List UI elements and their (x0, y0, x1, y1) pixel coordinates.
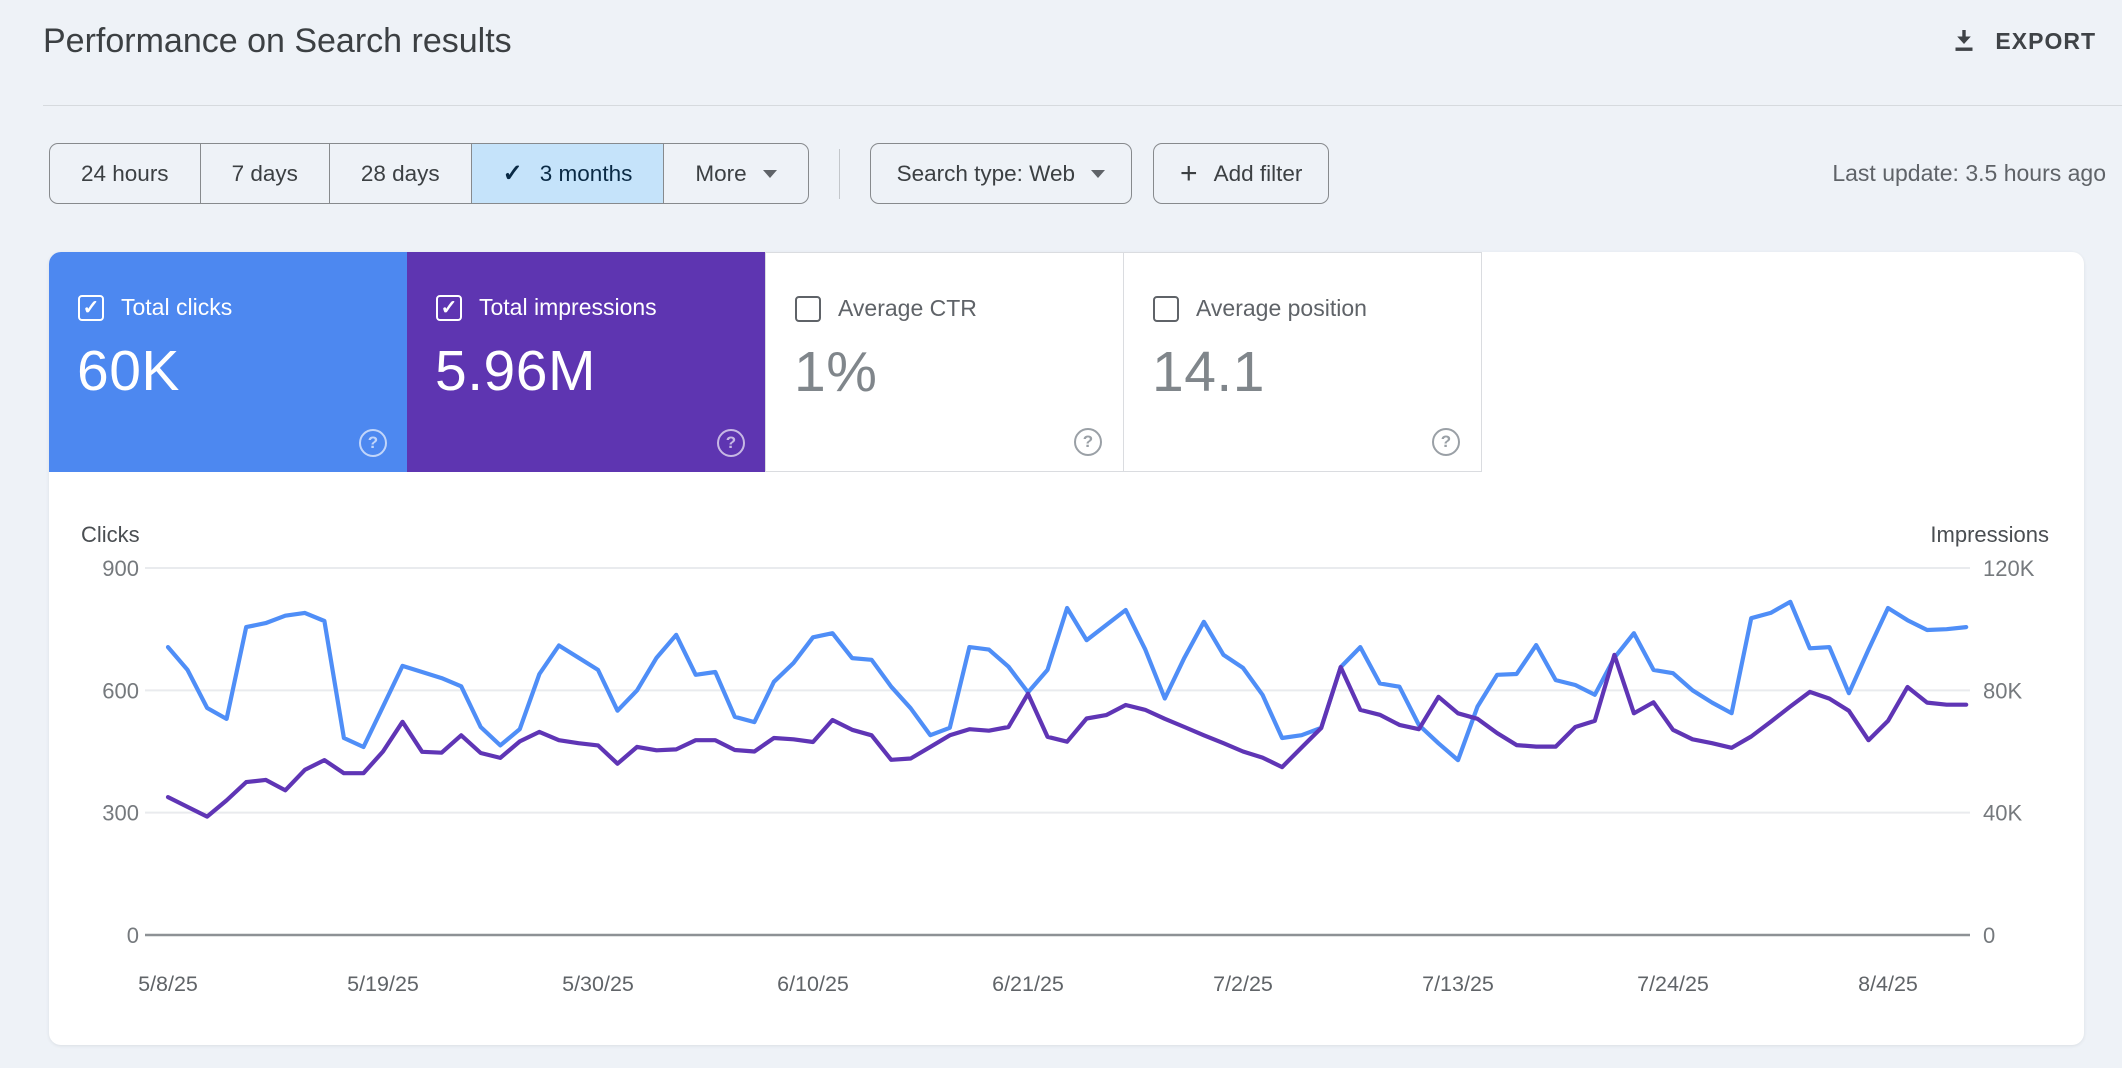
date-range-24-hours[interactable]: 24 hours (50, 144, 201, 203)
svg-text:900: 900 (102, 556, 139, 581)
svg-text:5/8/25: 5/8/25 (138, 972, 198, 996)
chip-label: 28 days (360, 160, 440, 186)
svg-text:80K: 80K (1983, 678, 2022, 703)
add-filter-button[interactable]: + Add filter (1153, 143, 1330, 204)
metric-card-average-position[interactable]: Average position 14.1 ? (1123, 252, 1482, 472)
svg-text:Impressions: Impressions (1930, 522, 2049, 547)
svg-text:6/10/25: 6/10/25 (777, 972, 849, 996)
metric-cards: ✓ Total clicks 60K ? ✓ Total impressions… (49, 252, 1482, 472)
metric-card-total-impressions[interactable]: ✓ Total impressions 5.96M ? (407, 252, 766, 472)
date-range-28-days[interactable]: 28 days (330, 144, 472, 203)
date-range-3-months[interactable]: ✓ 3 months (471, 144, 665, 203)
help-icon[interactable]: ? (1432, 428, 1460, 456)
header-divider (43, 105, 2122, 106)
svg-text:6/21/25: 6/21/25 (992, 972, 1064, 996)
metric-label: Average position (1196, 295, 1367, 321)
checkbox-total-clicks[interactable]: ✓ (78, 294, 104, 321)
svg-text:7/13/25: 7/13/25 (1422, 972, 1494, 996)
metric-label: Total impressions (479, 294, 657, 320)
checkbox-average-ctr[interactable] (795, 295, 821, 322)
metric-card-total-clicks[interactable]: ✓ Total clicks 60K ? (49, 252, 408, 472)
svg-text:5/19/25: 5/19/25 (347, 972, 419, 996)
svg-text:0: 0 (127, 923, 139, 948)
date-range-more[interactable]: More (664, 144, 807, 203)
add-filter-label: Add filter (1213, 160, 1303, 186)
svg-text:Clicks: Clicks (81, 522, 140, 547)
last-update-text: Last update: 3.5 hours ago (1832, 160, 2106, 186)
export-label: EXPORT (1995, 27, 2096, 54)
checkbox-total-impressions[interactable]: ✓ (436, 294, 462, 321)
svg-text:40K: 40K (1983, 801, 2022, 826)
chip-label: More (695, 160, 747, 186)
chip-label: 7 days (231, 160, 298, 186)
metric-card-average-ctr[interactable]: Average CTR 1% ? (765, 252, 1124, 472)
chart-area: Clicks Impressions 0 300 600 900 0 40K 80K 120K 5/… (49, 472, 2084, 1045)
metric-value: 60K (77, 339, 180, 403)
svg-text:120K: 120K (1983, 556, 2035, 581)
metric-label: Average CTR (838, 295, 977, 321)
chip-label: 24 hours (81, 160, 169, 186)
date-range-7-days[interactable]: 7 days (201, 144, 330, 203)
metric-label: Total clicks (121, 294, 233, 320)
toolbar-divider (838, 148, 840, 199)
download-icon (1949, 26, 1979, 56)
svg-text:0: 0 (1983, 923, 1995, 948)
performance-panel: ✓ Total clicks 60K ? ✓ Total impressions… (49, 252, 2084, 1045)
svg-text:8/4/25: 8/4/25 (1858, 972, 1918, 996)
metric-value: 5.96M (435, 339, 596, 403)
search-type-label: Search type: Web (896, 160, 1076, 186)
page-title: Performance on Search results (43, 22, 512, 60)
checkbox-average-position[interactable] (1153, 295, 1179, 322)
search-type-dropdown[interactable]: Search type: Web (869, 143, 1133, 204)
metric-value: 14.1 (1152, 340, 1265, 404)
toolbar: 24 hours 7 days 28 days ✓ 3 months More … (49, 143, 2106, 204)
svg-text:7/2/25: 7/2/25 (1213, 972, 1273, 996)
metric-value: 1% (794, 340, 878, 404)
svg-text:7/24/25: 7/24/25 (1637, 972, 1709, 996)
svg-text:600: 600 (102, 678, 139, 703)
chevron-down-icon (762, 169, 777, 178)
check-icon: ✓ (502, 160, 523, 187)
performance-chart[interactable]: Clicks Impressions 0 300 600 900 0 40K 80K 120K 5/… (49, 472, 2084, 1045)
svg-text:300: 300 (102, 801, 139, 826)
help-icon[interactable]: ? (1074, 428, 1102, 456)
chip-label: 3 months (539, 160, 633, 186)
help-icon[interactable]: ? (359, 429, 387, 457)
help-icon[interactable]: ? (717, 429, 745, 457)
svg-text:5/30/25: 5/30/25 (562, 972, 634, 996)
plus-icon: + (1180, 156, 1198, 190)
chevron-down-icon (1091, 169, 1106, 178)
date-range-group: 24 hours 7 days 28 days ✓ 3 months More (49, 143, 809, 204)
export-button[interactable]: EXPORT (1949, 26, 2096, 56)
